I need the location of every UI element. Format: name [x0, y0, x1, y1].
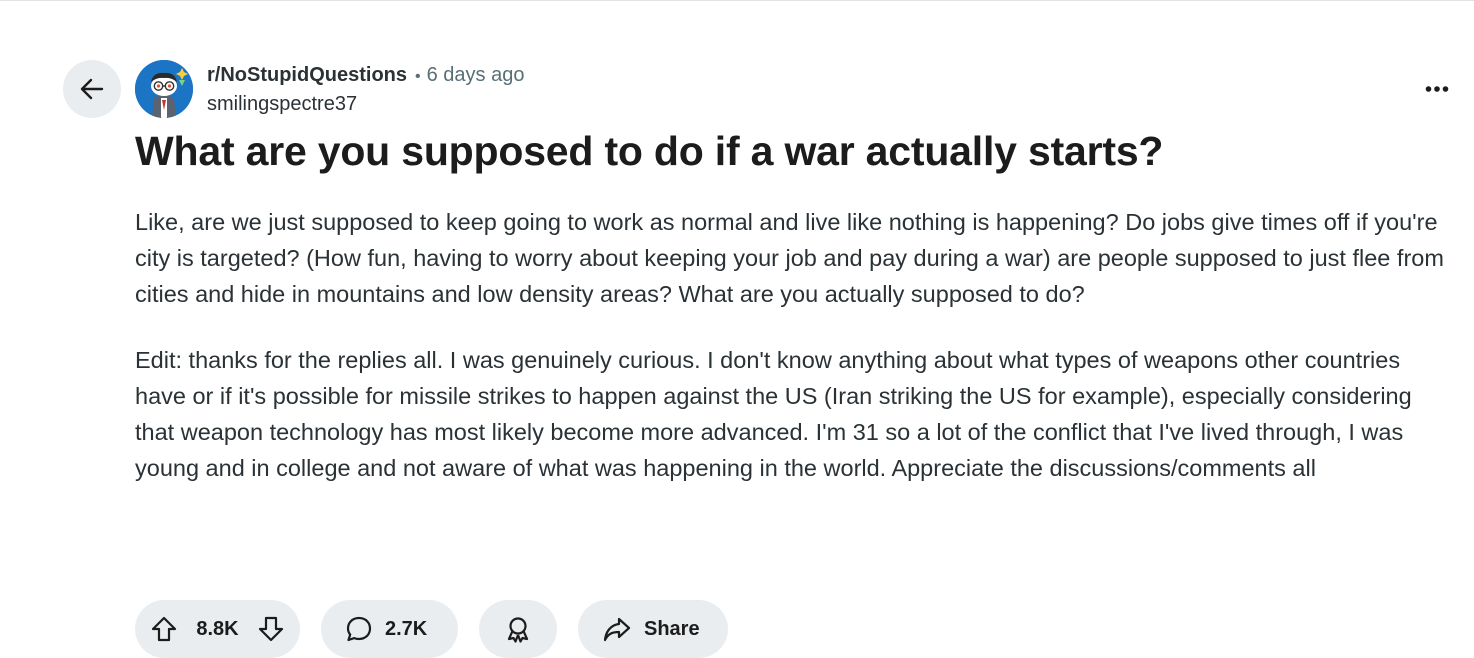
arrow-left-icon: [80, 78, 104, 100]
more-options-button[interactable]: [1418, 72, 1456, 106]
arrow-down-icon: [258, 616, 284, 642]
top-divider: [0, 0, 1474, 1]
award-ribbon-icon: [507, 617, 529, 643]
author-link[interactable]: smilingspectre37: [207, 91, 524, 117]
snoo-avatar-icon: [135, 60, 193, 118]
speech-bubble-icon: [346, 616, 372, 642]
vote-control: 8.8K: [135, 600, 300, 658]
ellipsis-icon: [1425, 86, 1449, 92]
share-label: Share: [644, 617, 700, 640]
back-button[interactable]: [63, 60, 121, 118]
post-body: Like, are we just supposed to keep going…: [135, 204, 1455, 516]
post-body-paragraph: Edit: thanks for the replies all. I was …: [135, 347, 1412, 481]
post-actions-bar: 8.8K 2.7K Share: [135, 600, 728, 658]
post-timestamp: 6 days ago: [426, 64, 525, 86]
comment-count: 2.7K: [385, 617, 428, 640]
share-arrow-icon: [603, 617, 631, 642]
comments-button[interactable]: 2.7K: [321, 600, 458, 658]
arrow-up-icon: [151, 616, 177, 642]
meta-separator: •: [415, 68, 421, 85]
downvote-button[interactable]: [256, 614, 286, 644]
subreddit-avatar[interactable]: [135, 60, 193, 118]
post-body-paragraph: Like, are we just supposed to keep going…: [135, 209, 1444, 307]
award-button[interactable]: [479, 600, 557, 658]
upvote-button[interactable]: [149, 614, 179, 644]
vote-count: 8.8K: [196, 617, 239, 640]
post-meta: r/NoStupidQuestions • 6 days ago smiling…: [207, 62, 524, 117]
post-title: What are you supposed to do if a war act…: [135, 128, 1164, 174]
share-button[interactable]: Share: [578, 600, 728, 658]
subreddit-link[interactable]: r/NoStupidQuestions: [207, 62, 407, 88]
